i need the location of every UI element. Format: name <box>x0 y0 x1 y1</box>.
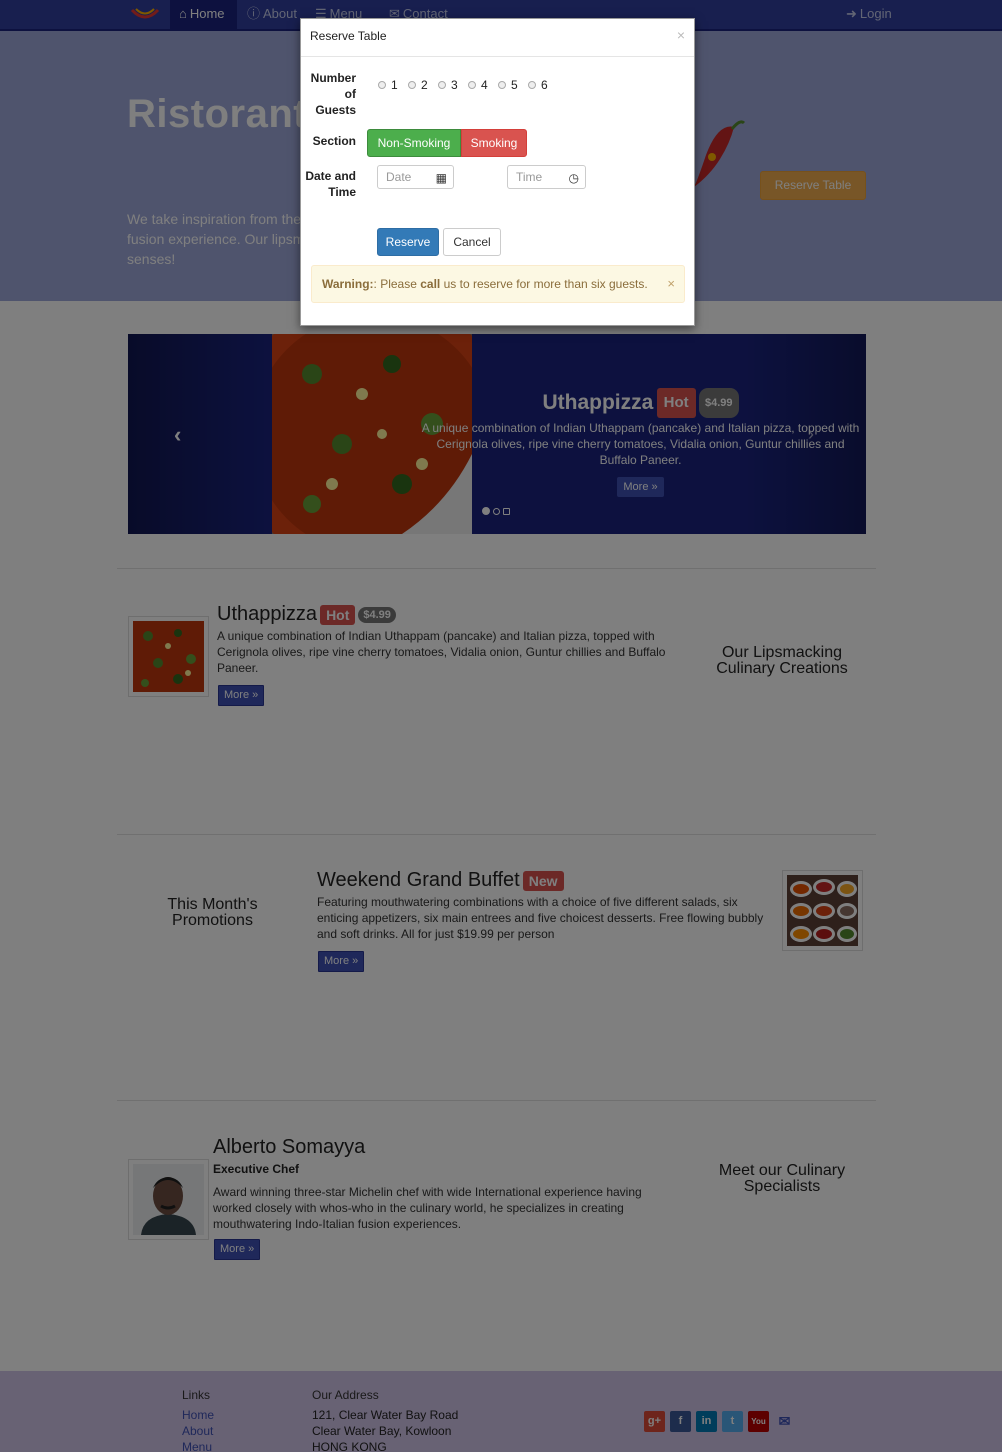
warning-text: us to reserve for more than six guests. <box>440 277 648 291</box>
cancel-button[interactable]: Cancel <box>443 228 501 256</box>
guest-option-label: 6 <box>541 77 548 92</box>
guest-option-label: 2 <box>421 77 428 92</box>
clock-icon: ◷ <box>568 171 579 185</box>
radio-icon <box>468 80 476 89</box>
time-placeholder: Time <box>516 170 543 184</box>
calendar-icon: ▦ <box>435 171 447 185</box>
non-smoking-toggle[interactable]: Non-Smoking <box>367 129 461 157</box>
modal-title: Reserve Table <box>310 29 387 43</box>
alert-close-icon[interactable]: × <box>667 266 675 302</box>
guest-option-label: 5 <box>511 77 518 92</box>
time-input[interactable]: Time ◷ <box>507 165 586 189</box>
guest-radio-4[interactable]: 4 <box>468 77 488 92</box>
modal-header: Reserve Table × <box>301 19 694 57</box>
guest-radio-1[interactable]: 1 <box>378 77 398 92</box>
date-placeholder: Date <box>386 170 412 184</box>
guest-option-label: 1 <box>391 77 398 92</box>
guest-radio-3[interactable]: 3 <box>438 77 458 92</box>
radio-icon <box>438 80 446 89</box>
radio-icon <box>378 80 386 89</box>
radio-icon <box>498 80 506 89</box>
guest-radio-2[interactable]: 2 <box>408 77 428 92</box>
radio-icon <box>408 80 416 89</box>
reserve-button[interactable]: Reserve <box>377 228 439 256</box>
section-label: Section <box>312 134 356 148</box>
guest-radio-6[interactable]: 6 <box>528 77 548 92</box>
date-input[interactable]: Date ▦ <box>377 165 454 189</box>
warning-strong: Warning: <box>322 277 374 291</box>
radio-icon <box>528 80 536 89</box>
smoking-toggle[interactable]: Smoking <box>461 129 527 157</box>
close-icon[interactable]: × <box>677 27 685 43</box>
warning-alert: Warning:: Please call us to reserve for … <box>311 265 685 303</box>
guest-option-label: 3 <box>451 77 458 92</box>
guests-label: Number of Guests <box>310 71 356 117</box>
guest-radio-5[interactable]: 5 <box>498 77 518 92</box>
warning-call: call <box>420 277 441 291</box>
guest-option-label: 4 <box>481 77 488 92</box>
warning-text: : Please <box>373 277 421 291</box>
reserve-table-modal: Reserve Table × Number of Guests 1 2 3 4… <box>300 18 695 326</box>
datetime-label: Date and Time <box>305 169 356 199</box>
